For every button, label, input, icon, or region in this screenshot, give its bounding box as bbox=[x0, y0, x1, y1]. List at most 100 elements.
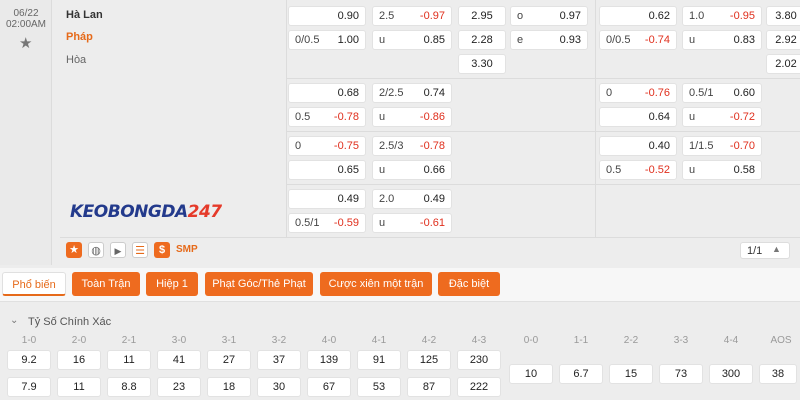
odds-cell[interactable]: 2.28 bbox=[458, 30, 506, 50]
odds-cell[interactable]: 2.5/3 -0.78 bbox=[372, 136, 452, 156]
score-odds[interactable]: 6.7 bbox=[559, 364, 603, 384]
odds-cell[interactable]: 0.68 bbox=[288, 83, 366, 103]
odds-cell[interactable]: o 0.97 bbox=[510, 6, 588, 26]
odds-cell[interactable]: 0.5 -0.52 bbox=[599, 160, 677, 180]
odds-cell[interactable]: 2.5 -0.97 bbox=[372, 6, 452, 26]
odds-value: 2.02 bbox=[775, 58, 797, 70]
score-label: AOS bbox=[770, 335, 792, 346]
score-odds[interactable]: 30 bbox=[257, 377, 301, 397]
score-odds[interactable]: 230 bbox=[457, 350, 501, 370]
tab-popular[interactable]: Phổ biến bbox=[2, 272, 66, 296]
score-odds[interactable]: 11 bbox=[57, 377, 101, 397]
odds-cell[interactable]: 2/2.5 0.74 bbox=[372, 83, 452, 103]
tab-special[interactable]: Đặc biệt bbox=[438, 272, 500, 296]
odds-cell[interactable]: 0.65 bbox=[288, 160, 366, 180]
odds-cell[interactable]: 1/1.5 -0.70 bbox=[682, 136, 762, 156]
dollar-icon[interactable]: $ bbox=[154, 242, 170, 258]
score-odds[interactable]: 8.8 bbox=[107, 377, 151, 397]
chevron-up-icon[interactable]: ▲ bbox=[772, 244, 781, 254]
odds-label: u bbox=[689, 164, 696, 176]
odds-value: 1.00 bbox=[337, 34, 359, 46]
odds-cell[interactable]: 2.02 bbox=[766, 54, 800, 74]
score-odds[interactable]: 38 bbox=[759, 364, 797, 384]
odds-label: 2/2.5 bbox=[379, 87, 404, 99]
odds-cell[interactable]: 0.5/1 0.60 bbox=[682, 83, 762, 103]
odds-cell[interactable]: 0 -0.76 bbox=[599, 83, 677, 103]
score-odds[interactable]: 91 bbox=[357, 350, 401, 370]
odds-cell[interactable]: 2.95 bbox=[458, 6, 506, 26]
smp-label[interactable]: SMP bbox=[176, 244, 198, 255]
score-odds[interactable]: 37 bbox=[257, 350, 301, 370]
score-odds[interactable]: 16 bbox=[57, 350, 101, 370]
score-odds[interactable]: 67 bbox=[307, 377, 351, 397]
odds-label: u bbox=[689, 111, 696, 123]
odds-cell[interactable]: 0/0.5 -0.74 bbox=[599, 30, 677, 50]
tab-first-half[interactable]: Hiệp 1 bbox=[146, 272, 198, 296]
score-odds[interactable]: 41 bbox=[157, 350, 201, 370]
odds-label: 2.5 bbox=[379, 10, 395, 22]
odds-cell[interactable]: 2.92 bbox=[766, 30, 800, 50]
tab-full-time[interactable]: Toàn Trận bbox=[72, 272, 140, 296]
odds-cell[interactable]: e 0.93 bbox=[510, 30, 588, 50]
site-logo: KEOBONGDA247 bbox=[70, 202, 222, 222]
star-icon[interactable]: ★ bbox=[66, 242, 82, 258]
score-odds[interactable]: 222 bbox=[457, 377, 501, 397]
odds-cell[interactable]: 0.5/1 -0.59 bbox=[288, 213, 366, 233]
score-label: 4-4 bbox=[723, 335, 739, 346]
odds-cell[interactable]: 0/0.5 1.00 bbox=[288, 30, 366, 50]
odds-value: -0.78 bbox=[419, 140, 445, 152]
score-odds[interactable]: 9.2 bbox=[7, 350, 51, 370]
odds-cell[interactable]: u 0.85 bbox=[372, 30, 452, 50]
odds-cell[interactable]: 0.64 bbox=[599, 107, 677, 127]
odds-label: 1/1.5 bbox=[689, 140, 714, 152]
score-odds[interactable]: 7.9 bbox=[7, 377, 51, 397]
odds-cell[interactable]: 0.5 -0.78 bbox=[288, 107, 366, 127]
score-odds[interactable]: 53 bbox=[357, 377, 401, 397]
odds-cell[interactable]: 0.40 bbox=[599, 136, 677, 156]
score-odds[interactable]: 73 bbox=[659, 364, 703, 384]
odds-cell[interactable]: u 0.58 bbox=[682, 160, 762, 180]
favorite-star-icon[interactable]: ★ bbox=[19, 34, 32, 52]
stats-icon[interactable]: ☰ bbox=[132, 242, 148, 258]
odds-cell[interactable]: 0.90 bbox=[288, 6, 366, 26]
score-odds[interactable]: 87 bbox=[407, 377, 451, 397]
score-odds[interactable]: 23 bbox=[157, 377, 201, 397]
score-odds[interactable]: 300 bbox=[709, 364, 753, 384]
odds-value: 0.74 bbox=[423, 87, 445, 99]
odds-cell[interactable]: u -0.86 bbox=[372, 107, 452, 127]
chevron-down-icon[interactable]: ⌄ bbox=[10, 315, 18, 326]
odds-cell[interactable]: u 0.83 bbox=[682, 30, 762, 50]
logo-number: 247 bbox=[187, 202, 223, 222]
odds-label: 0/0.5 bbox=[295, 34, 320, 46]
score-odds[interactable]: 139 bbox=[307, 350, 351, 370]
score-odds[interactable]: 18 bbox=[207, 377, 251, 397]
odds-cell[interactable]: u -0.72 bbox=[682, 107, 762, 127]
draw-label: Hòa bbox=[66, 54, 87, 66]
score-label: 3-1 bbox=[221, 335, 237, 346]
odds-cell[interactable]: 0.62 bbox=[599, 6, 677, 26]
odds-label: 0.5/1 bbox=[689, 87, 714, 99]
match-team-column bbox=[60, 0, 286, 265]
odds-label: 0 bbox=[606, 87, 613, 99]
score-odds[interactable]: 15 bbox=[609, 364, 653, 384]
odds-cell[interactable]: 1.0 -0.95 bbox=[682, 6, 762, 26]
odds-cell[interactable]: 0 -0.75 bbox=[288, 136, 366, 156]
odds-label: 1.0 bbox=[689, 10, 705, 22]
score-odds[interactable]: 125 bbox=[407, 350, 451, 370]
home-team: Hà Lan bbox=[66, 9, 103, 21]
odds-cell[interactable]: u -0.61 bbox=[372, 213, 452, 233]
score-odds[interactable]: 10 bbox=[509, 364, 553, 384]
score-odds[interactable]: 11 bbox=[107, 350, 151, 370]
score-odds[interactable]: 27 bbox=[207, 350, 251, 370]
tab-corners-cards[interactable]: Phạt Góc/Thẻ Phạt bbox=[205, 272, 313, 296]
odds-cell[interactable]: u 0.66 bbox=[372, 160, 452, 180]
pig-icon[interactable]: ◍ bbox=[88, 242, 104, 258]
score-label: 0-0 bbox=[523, 335, 539, 346]
odds-cell[interactable]: 2.0 0.49 bbox=[372, 189, 452, 209]
odds-cell[interactable]: 3.80 bbox=[766, 6, 800, 26]
tab-same-game-parlay[interactable]: Cược xiên một trận bbox=[320, 272, 432, 296]
pager[interactable]: 1/1 ▲ bbox=[740, 242, 790, 259]
play-icon[interactable]: ▶ bbox=[110, 242, 126, 258]
odds-cell[interactable]: 0.49 bbox=[288, 189, 366, 209]
odds-cell[interactable]: 3.30 bbox=[458, 54, 506, 74]
